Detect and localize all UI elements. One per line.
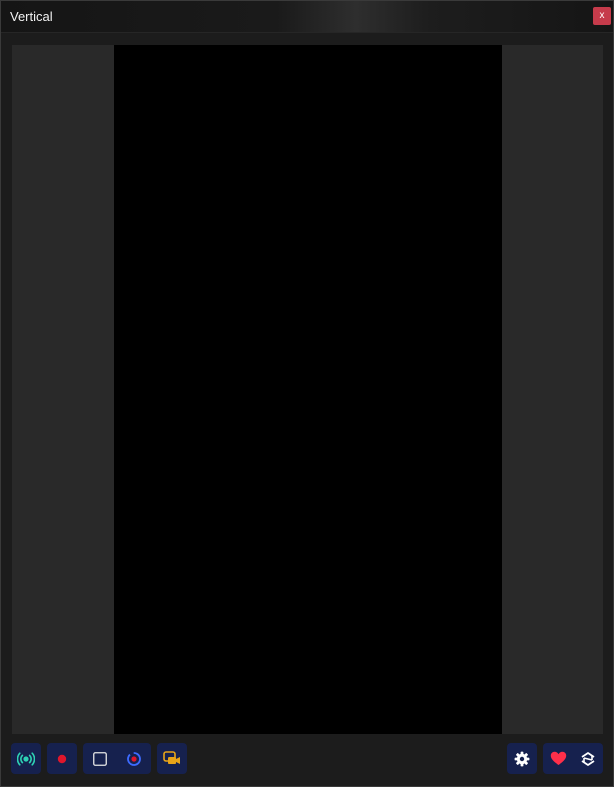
heart-icon[interactable] [543, 743, 573, 774]
support-group [543, 743, 603, 774]
replay-buffer-group [83, 743, 151, 774]
virtual-camera-icon [157, 743, 187, 774]
gear-icon [507, 743, 537, 774]
vertical-video-canvas [114, 45, 502, 734]
close-button[interactable]: x [593, 7, 611, 25]
hash-swap-icon[interactable] [573, 743, 603, 774]
stream-button[interactable] [11, 743, 41, 774]
preview-area [12, 45, 603, 734]
record-icon [47, 743, 77, 774]
virtual-camera-button[interactable] [157, 743, 187, 774]
record-button[interactable] [47, 743, 77, 774]
settings-button[interactable] [507, 743, 537, 774]
app-window: Vertical x [0, 0, 614, 787]
replay-buffer-icon[interactable] [119, 743, 149, 774]
title-bar[interactable]: Vertical x [1, 1, 613, 33]
broadcast-icon [11, 743, 41, 774]
stop-square-icon[interactable] [85, 743, 115, 774]
window-title: Vertical [10, 9, 53, 24]
